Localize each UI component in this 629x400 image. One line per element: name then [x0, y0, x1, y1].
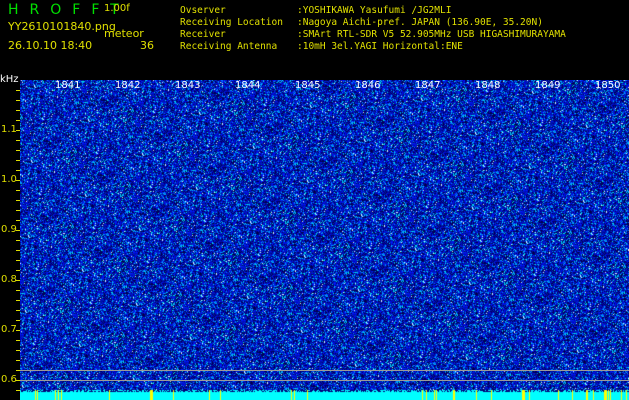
freq-tick-mark [16, 100, 20, 101]
freq-tick-mark [16, 340, 20, 341]
time-tick-label: 1842 [115, 80, 141, 91]
freq-tick-label: 1.1 [1, 124, 17, 135]
freq-tick-mark [16, 230, 20, 231]
info-value: :Nagoya Aichi-pref. JAPAN (136.90E, 35.2… [297, 17, 543, 28]
version: 1.00f [104, 3, 130, 14]
freq-tick-mark [16, 260, 20, 261]
freq-tick-mark [16, 310, 20, 311]
gridline [20, 380, 629, 381]
freq-tick-mark [16, 160, 20, 161]
gridline [20, 370, 629, 371]
freq-tick-mark [16, 320, 20, 321]
datetime: 26.10.10 18:40 [8, 39, 93, 52]
time-tick-label: 1847 [415, 80, 441, 91]
info-observer: Ovserver :YOSHIKAWA Yasufumi /JG2MLI [180, 5, 451, 16]
freq-tick-mark [16, 220, 20, 221]
freq-tick-mark [16, 190, 20, 191]
time-tick-label: 1843 [175, 80, 201, 91]
freq-tick-mark [16, 330, 20, 331]
freq-tick-label: 0.8 [1, 274, 17, 285]
time-tick-label: 1844 [235, 80, 261, 91]
freq-tick-mark [16, 390, 20, 391]
info-key: Receiving Location [180, 17, 283, 28]
info-value: :YOSHIKAWA Yasufumi /JG2MLI [297, 5, 452, 16]
freq-tick-mark [16, 360, 20, 361]
freq-tick-mark [16, 170, 20, 171]
freq-tick-label: 1.0 [1, 174, 17, 185]
freq-tick-mark [16, 240, 20, 241]
meteor-label: meteor [104, 27, 144, 40]
info-value: :10mH 3el.YAGI Horizontal:ENE [297, 41, 463, 52]
freq-tick-label: 0.7 [1, 324, 17, 335]
freq-tick-label: 0.9 [1, 224, 17, 235]
freq-tick-mark [16, 110, 20, 111]
freq-tick-mark [16, 120, 20, 121]
info-key: Receiver [180, 29, 226, 40]
info-value: :SMArt RTL-SDR V5 52.905MHz USB HIGASHIM… [297, 29, 566, 40]
freq-tick-mark [16, 300, 20, 301]
y-unit-label: kHz [0, 74, 19, 85]
freq-tick-mark [16, 210, 20, 211]
info-receiver: Receiver :SMArt RTL-SDR V5 52.905MHz USB … [180, 29, 566, 40]
freq-tick-mark [16, 290, 20, 291]
freq-tick-mark [16, 150, 20, 151]
filename: YY2610101840.png [8, 20, 116, 33]
freq-tick-mark [16, 280, 20, 281]
time-tick-label: 1850 [595, 80, 621, 91]
time-tick-label: 1846 [355, 80, 381, 91]
time-tick-label: 1849 [535, 80, 561, 91]
time-tick-label: 1841 [55, 80, 81, 91]
info-antenna: Receiving Antenna :10mH 3el.YAGI Horizont… [180, 41, 463, 52]
freq-tick-mark [16, 380, 20, 381]
freq-tick-label: 0.6 [1, 374, 17, 385]
time-tick-label: 1845 [295, 80, 321, 91]
meteor-count: 36 [140, 39, 154, 52]
waterfall-spectrogram [20, 80, 629, 400]
info-key: Ovserver [180, 5, 226, 16]
freq-tick-mark [16, 130, 20, 131]
freq-tick-mark [16, 200, 20, 201]
info-key: Receiving Antenna [180, 41, 278, 52]
freq-tick-mark [16, 370, 20, 371]
freq-tick-mark [16, 350, 20, 351]
freq-tick-mark [16, 250, 20, 251]
info-location: Receiving Location :Nagoya Aichi-pref. JA… [180, 17, 543, 28]
freq-tick-mark [16, 90, 20, 91]
freq-tick-mark [16, 140, 20, 141]
freq-tick-mark [16, 180, 20, 181]
time-tick-label: 1848 [475, 80, 501, 91]
freq-tick-mark [16, 270, 20, 271]
